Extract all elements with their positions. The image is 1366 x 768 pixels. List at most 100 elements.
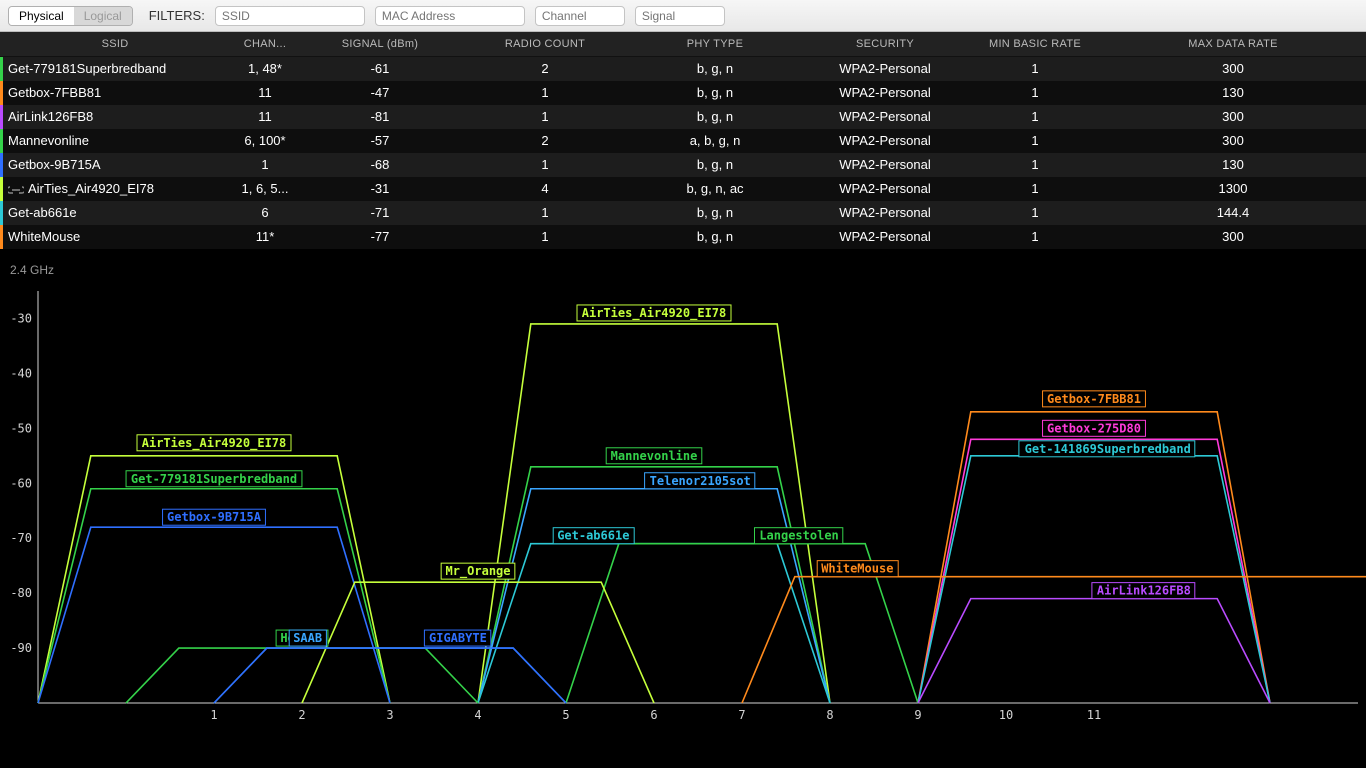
network-label-text: Getbox-7FBB81 xyxy=(1047,391,1141,405)
col-header[interactable]: SSID xyxy=(0,32,230,57)
svg-text:9: 9 xyxy=(914,708,921,722)
cell: -61 xyxy=(300,57,460,81)
ssid-cell: Mannevonline xyxy=(8,133,89,148)
cell: 1300 xyxy=(1100,177,1366,201)
cell: a, b, g, n xyxy=(630,129,800,153)
cell: 300 xyxy=(1100,57,1366,81)
cell: 1 xyxy=(970,225,1100,249)
cell: WPA2-Personal xyxy=(800,153,970,177)
cell: WPA2-Personal xyxy=(800,57,970,81)
ssid-cell: Getbox-9B715A xyxy=(8,157,101,172)
svg-text:-40: -40 xyxy=(10,366,32,380)
table-row[interactable]: Mannevonline 6, 100*-572a, b, g, nWPA2-Pe… xyxy=(0,129,1366,153)
cell: 6 xyxy=(230,201,300,225)
cell: 300 xyxy=(1100,105,1366,129)
cell: 1 xyxy=(970,177,1100,201)
filter-signal-input[interactable] xyxy=(635,6,725,26)
table-row[interactable]: AirTies_Air4920_EI781, 6, 5...-314b, g, … xyxy=(0,177,1366,201)
network-label-text: AirTies_Air4920_EI78 xyxy=(582,305,727,320)
svg-text:-70: -70 xyxy=(10,531,32,545)
svg-text:-30: -30 xyxy=(10,311,32,325)
network-label-text: WhiteMouse xyxy=(821,561,893,575)
cell: b, g, n xyxy=(630,57,800,81)
col-header[interactable]: RADIO COUNT xyxy=(460,32,630,57)
cell: 6, 100* xyxy=(230,129,300,153)
cell: 1 xyxy=(970,81,1100,105)
filter-mac-input[interactable] xyxy=(375,6,525,26)
cell: 11 xyxy=(230,105,300,129)
filter-ssid-input[interactable] xyxy=(215,6,365,26)
svg-text:8: 8 xyxy=(826,708,833,722)
cell: 1 xyxy=(970,153,1100,177)
cell: 130 xyxy=(1100,81,1366,105)
col-header[interactable]: MIN BASIC RATE xyxy=(970,32,1100,57)
col-header[interactable]: SIGNAL (dBm) xyxy=(300,32,460,57)
network-label-text: AirLink126FB8 xyxy=(1097,583,1191,597)
cell: 1 xyxy=(970,201,1100,225)
ssid-cell: Get-779181Superbredband xyxy=(8,61,166,76)
svg-text:3: 3 xyxy=(386,708,393,722)
cell: 1, 48* xyxy=(230,57,300,81)
cell: 1 xyxy=(970,57,1100,81)
ssid-cell: AirLink126FB8 xyxy=(8,109,93,124)
cell: WPA2-Personal xyxy=(800,81,970,105)
network-label-text: Get-141869Superbredband xyxy=(1025,441,1191,455)
table-row[interactable]: Get-779181Superbredband 1, 48*-612b, g, n… xyxy=(0,57,1366,81)
cell: -47 xyxy=(300,81,460,105)
filters-label: FILTERS: xyxy=(149,8,205,23)
svg-text:-80: -80 xyxy=(10,586,32,600)
row-color-edge xyxy=(0,105,3,129)
spectrum-chart[interactable]: -30-40-50-60-70-80-901234567891011AirTie… xyxy=(0,283,1366,738)
cell: b, g, n xyxy=(630,153,800,177)
table-header-row: SSIDCHAN...SIGNAL (dBm)RADIO COUNTPHY TY… xyxy=(0,32,1366,57)
ssid-cell: AirTies_Air4920_EI78 xyxy=(28,181,154,196)
row-color-edge xyxy=(0,201,3,225)
tab-logical[interactable]: Logical xyxy=(74,7,132,25)
svg-text:-90: -90 xyxy=(10,641,32,655)
cell: WPA2-Personal xyxy=(800,129,970,153)
filter-channel-input[interactable] xyxy=(535,6,625,26)
chart-title: 2.4 GHz xyxy=(0,257,1366,283)
col-header[interactable]: CHAN... xyxy=(230,32,300,57)
cell: 144.4 xyxy=(1100,201,1366,225)
col-header[interactable]: MAX DATA RATE xyxy=(1100,32,1366,57)
cell: 11 xyxy=(230,81,300,105)
row-color-edge xyxy=(0,57,3,81)
cell: WPA2-Personal xyxy=(800,105,970,129)
svg-text:6: 6 xyxy=(650,708,657,722)
cell: b, g, n xyxy=(630,105,800,129)
row-color-edge xyxy=(0,129,3,153)
toolbar: Physical Logical FILTERS: xyxy=(0,0,1366,32)
cell: WPA2-Personal xyxy=(800,201,970,225)
network-label-text: Telenor2105sot xyxy=(650,473,751,487)
network-label-text: GIGABYTE xyxy=(429,631,487,645)
cell: 1 xyxy=(970,129,1100,153)
cell: b, g, n xyxy=(630,201,800,225)
svg-text:-50: -50 xyxy=(10,421,32,435)
view-toggle[interactable]: Physical Logical xyxy=(8,6,133,26)
table-row[interactable]: Get-ab661e6-711b, g, nWPA2-Personal1144.… xyxy=(0,201,1366,225)
network-label-text: Get-ab661e xyxy=(557,528,629,542)
cell: 2 xyxy=(460,129,630,153)
ssid-cell: Getbox-7FBB81 xyxy=(8,85,101,100)
network-label-text: AirTies_Air4920_EI78 xyxy=(142,435,287,450)
cell: b, g, n, ac xyxy=(630,177,800,201)
row-color-edge xyxy=(0,153,3,177)
network-label-text: Langestolen xyxy=(759,528,838,542)
cell: 1 xyxy=(970,105,1100,129)
svg-text:1: 1 xyxy=(210,708,217,722)
tab-physical[interactable]: Physical xyxy=(9,7,74,25)
cell: 4 xyxy=(460,177,630,201)
cell: -31 xyxy=(300,177,460,201)
table-row[interactable]: Getbox-7FBB8111-471b, g, nWPA2-Personal1… xyxy=(0,81,1366,105)
table-row[interactable]: AirLink126FB811-811b, g, nWPA2-Personal1… xyxy=(0,105,1366,129)
col-header[interactable]: SECURITY xyxy=(800,32,970,57)
cell: WPA2-Personal xyxy=(800,177,970,201)
table-row[interactable]: Getbox-9B715A1-681b, g, nWPA2-Personal11… xyxy=(0,153,1366,177)
cell: -57 xyxy=(300,129,460,153)
row-color-edge xyxy=(0,225,3,249)
ssid-cell: WhiteMouse xyxy=(8,229,80,244)
cell: 2 xyxy=(460,57,630,81)
col-header[interactable]: PHY TYPE xyxy=(630,32,800,57)
table-row[interactable]: WhiteMouse11*-771b, g, nWPA2-Personal130… xyxy=(0,225,1366,249)
